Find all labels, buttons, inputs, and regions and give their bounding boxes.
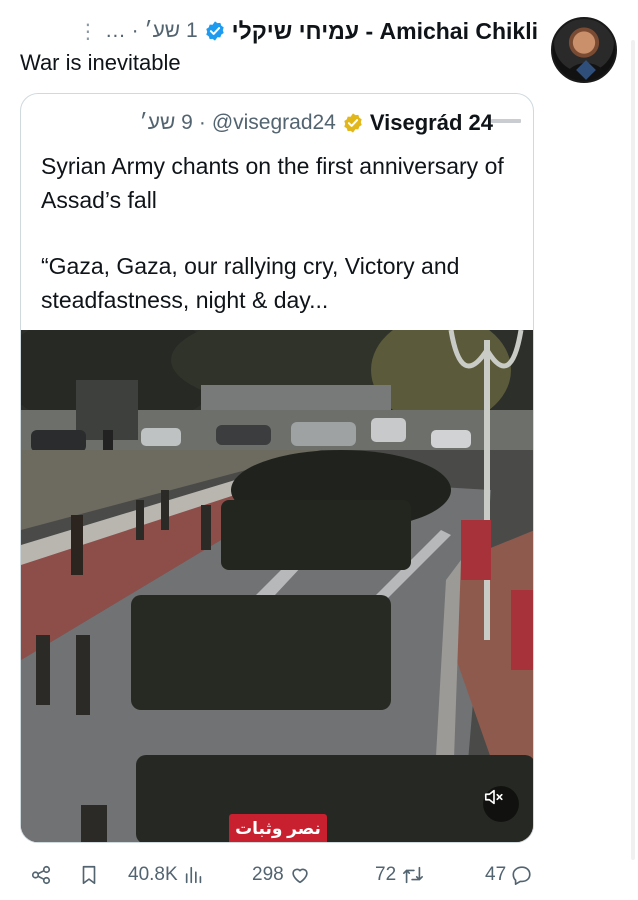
repost-button[interactable]: 72	[375, 858, 426, 892]
video-player[interactable]: نصر وثبات	[21, 330, 533, 842]
views-button[interactable]: 40.8K	[128, 858, 206, 892]
action-bar: 40.8K 298 72 47	[30, 858, 540, 892]
views-icon	[185, 866, 201, 884]
quoted-header: Visegrád 24 @visegrad24 · 9 שע׳	[140, 108, 493, 138]
quoted-separator: ·	[198, 111, 206, 134]
mute-button[interactable]	[483, 786, 519, 822]
quoted-text-line1: Syrian Army chants on the first annivers…	[41, 153, 504, 213]
like-icon	[292, 868, 308, 884]
reposts-count: 72	[375, 864, 397, 885]
tweet[interactable]: עמיחי שיקלי - Amichai Chikli 1 שע׳ · … ⋮…	[0, 0, 638, 900]
reply-button[interactable]: 47	[485, 858, 534, 892]
repost-icon	[403, 866, 424, 884]
author-name[interactable]: עמיחי שיקלי - Amichai Chikli	[232, 18, 538, 45]
tweet-header: עמיחי שיקלי - Amichai Chikli 1 שע׳ · … ⋮	[78, 14, 538, 48]
tweet-time[interactable]: 1 שע׳ · …	[105, 19, 198, 43]
bookmark-button[interactable]	[78, 858, 100, 892]
verified-blue-icon	[204, 20, 226, 42]
views-count: 40.8K	[128, 864, 178, 885]
replies-count: 47	[485, 864, 507, 885]
reply-icon	[512, 866, 531, 885]
quoted-handle[interactable]: @visegrad24	[212, 111, 336, 135]
scrollbar[interactable]	[631, 40, 635, 860]
video-banner: نصر وثبات	[229, 814, 327, 842]
tweet-text: War is inevitable	[20, 50, 181, 75]
like-button[interactable]: 298	[252, 858, 312, 892]
bookmark-icon	[82, 865, 96, 885]
share-icon	[31, 865, 51, 885]
tweet-time-more: …	[104, 19, 126, 42]
quoted-tweet[interactable]: Visegrád 24 @visegrad24 · 9 שע׳ Syrian A…	[20, 93, 534, 843]
share-button[interactable]	[30, 858, 52, 892]
quoted-author-name[interactable]: Visegrád 24	[370, 110, 493, 136]
avatar[interactable]	[551, 17, 617, 83]
visegrad-logo-icon	[491, 119, 521, 123]
tweet-time-value: 1 שע׳	[144, 19, 198, 42]
quoted-time[interactable]: 9 שע׳	[140, 111, 193, 135]
quoted-text: Syrian Army chants on the first annivers…	[41, 149, 521, 349]
quoted-text-line2: “Gaza, Gaza, our rallying cry, Victory a…	[41, 253, 460, 313]
more-icon[interactable]: ⋮	[78, 19, 98, 44]
video-frame	[21, 330, 533, 842]
mute-icon	[484, 789, 503, 805]
likes-count: 298	[252, 864, 284, 885]
tweet-time-dot: ·	[125, 19, 145, 42]
verified-gold-icon	[342, 112, 364, 134]
